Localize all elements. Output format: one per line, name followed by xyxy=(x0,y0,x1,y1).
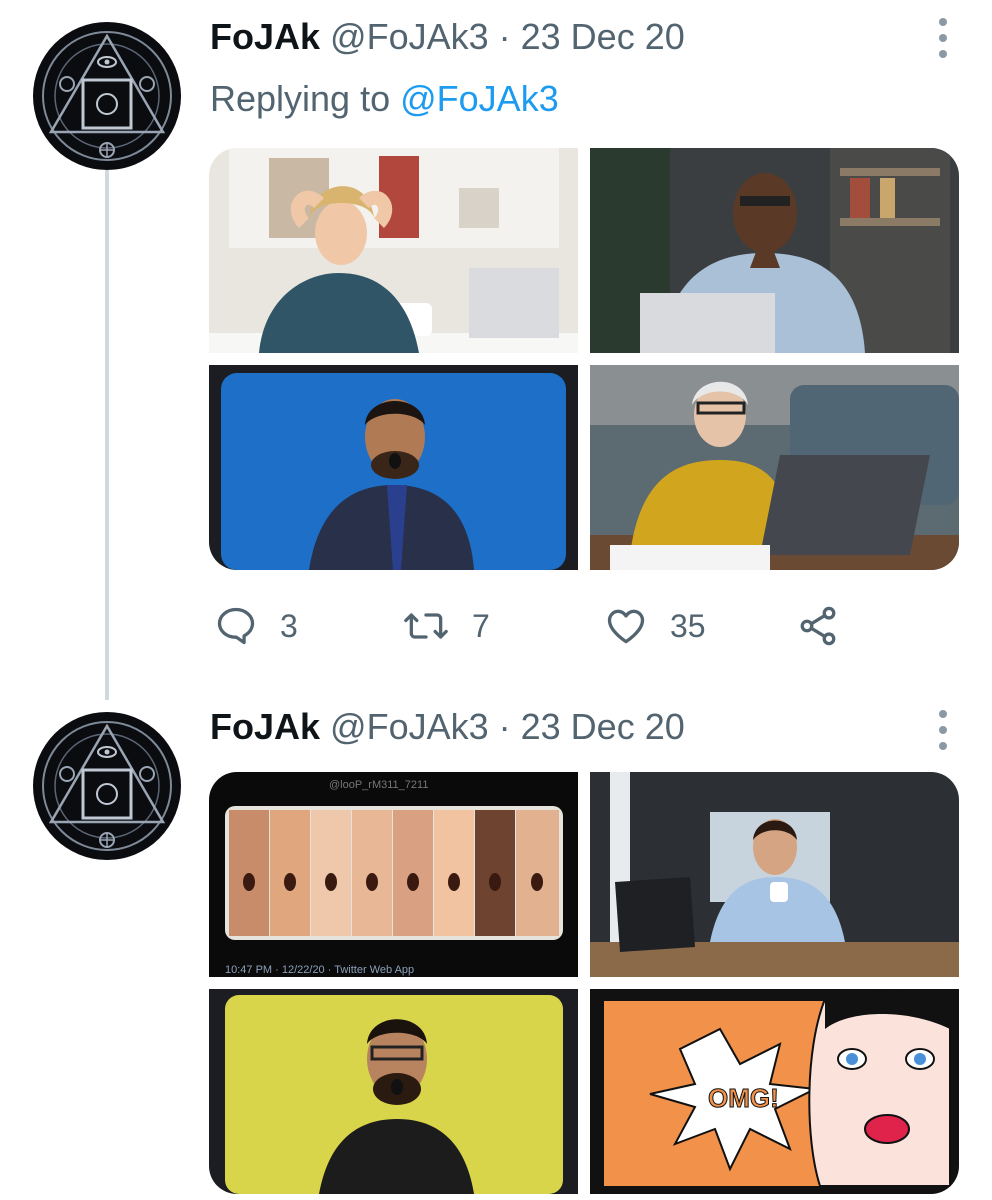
comic-text: OMG! xyxy=(708,1083,779,1113)
user-avatar[interactable] xyxy=(33,712,181,860)
media-man-coffee-laptop[interactable] xyxy=(590,772,959,977)
user-handle[interactable]: @FoJAk3 xyxy=(330,16,489,58)
media-man-shocked-yellow[interactable] xyxy=(209,989,578,1194)
share-button[interactable] xyxy=(796,600,840,652)
tweet-date[interactable]: 23 Dec 20 xyxy=(521,706,685,748)
media-grid xyxy=(209,148,959,570)
thread-line xyxy=(105,170,109,700)
replying-prefix: Replying to xyxy=(210,78,391,119)
separator-dot: · xyxy=(498,706,511,747)
media-shocked-faces-collage[interactable]: @looP_rM311_7211 10:47 PM · 12/22/20 · T… xyxy=(209,772,578,977)
retweet-icon xyxy=(402,604,450,648)
media-omg-comic[interactable]: OMG! xyxy=(590,989,959,1194)
tweet-date[interactable]: 23 Dec 20 xyxy=(521,16,685,58)
reply-count: 3 xyxy=(280,607,298,644)
user-handle[interactable]: @FoJAk3 xyxy=(330,706,489,748)
share-icon xyxy=(796,604,840,648)
collage-caption: 10:47 PM · 12/22/20 · Twitter Web App xyxy=(225,964,414,976)
retweet-count: 7 xyxy=(472,607,490,644)
media-older-woman-laptop[interactable] xyxy=(590,365,959,570)
collage-watermark: @looP_rM311_7211 xyxy=(329,779,428,791)
tweet-header: FoJAk @FoJAk3 · 23 Dec 20 xyxy=(210,16,685,66)
media-woman-shocked[interactable] xyxy=(209,148,578,353)
heart-icon xyxy=(604,604,648,648)
replying-mention[interactable]: @FoJAk3 xyxy=(400,78,559,119)
like-count: 35 xyxy=(670,607,706,644)
more-options-icon[interactable] xyxy=(936,710,950,750)
tweet-1: FoJAk @FoJAk3 · 23 Dec 20 Replying to @F… xyxy=(0,0,992,700)
display-name[interactable]: FoJAk xyxy=(210,16,320,58)
retweet-button[interactable]: 7 xyxy=(402,600,490,652)
media-man-worried-laptop[interactable] xyxy=(590,148,959,353)
more-options-icon[interactable] xyxy=(936,18,950,58)
media-grid: @looP_rM311_7211 10:47 PM · 12/22/20 · T… xyxy=(209,772,959,1194)
reply-icon xyxy=(214,604,258,648)
user-avatar[interactable] xyxy=(33,22,181,170)
tweet-2: FoJAk @FoJAk3 · 23 Dec 20 @looP_rM311_72… xyxy=(0,700,992,1200)
reply-button[interactable]: 3 xyxy=(214,600,298,652)
replying-to-line: Replying to @FoJAk3 xyxy=(210,78,559,120)
tweet-actions: 3 7 35 xyxy=(214,600,854,652)
media-man-shocked-blue[interactable] xyxy=(209,365,578,570)
separator-dot: · xyxy=(498,16,511,57)
like-button[interactable]: 35 xyxy=(604,600,706,652)
tweet-header: FoJAk @FoJAk3 · 23 Dec 20 xyxy=(210,706,685,756)
display-name[interactable]: FoJAk xyxy=(210,706,320,748)
